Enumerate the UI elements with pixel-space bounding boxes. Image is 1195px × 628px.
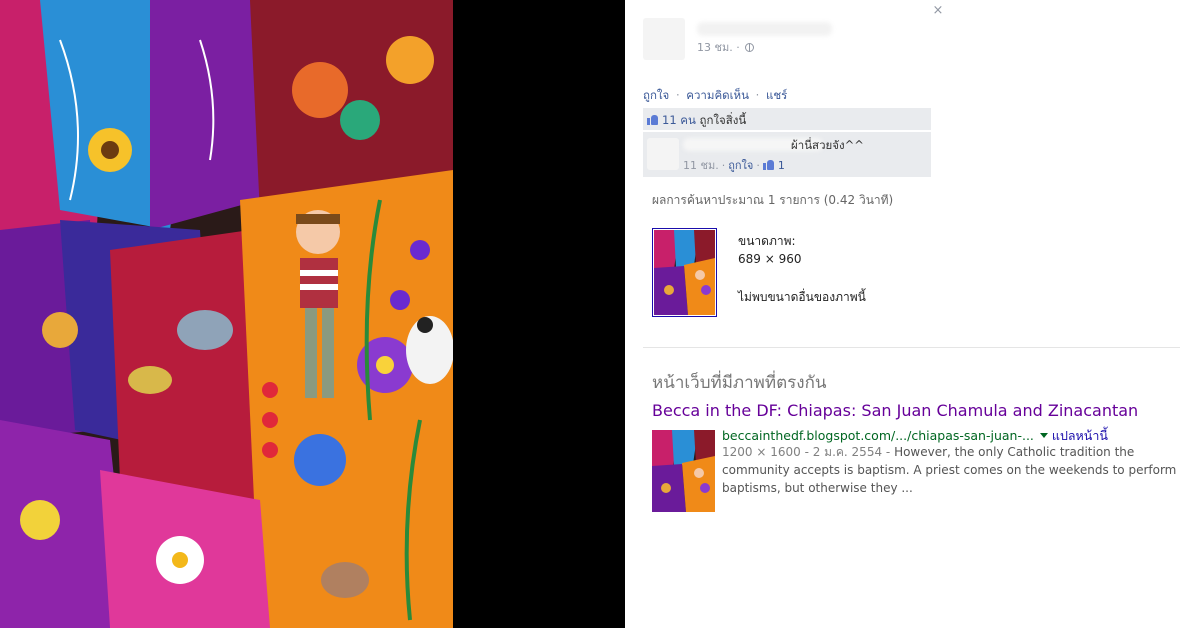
photo-illustration [0, 0, 453, 628]
comment-meta: 11 ชม. · ถูกใจ · 1 [683, 159, 785, 172]
comment-like-count[interactable]: 1 [778, 159, 785, 172]
matching-pages-heading: หน้าเว็บที่มีภาพที่ตรงกัน [652, 373, 827, 393]
image-size-label: ขนาดภาพ: [738, 234, 796, 248]
thumbs-up-icon [762, 159, 774, 170]
separator: · [675, 88, 680, 102]
result-thumbnail-illustration [652, 430, 715, 512]
result-title-link[interactable]: Becca in the DF: Chiapas: San Juan Chamu… [652, 401, 1138, 420]
post-action-bar: ถูกใจ · ความคิดเห็น · แชร์ [643, 87, 787, 105]
poster-name-blurred [697, 22, 832, 36]
comment-like-link[interactable]: ถูกใจ [728, 159, 753, 172]
post-meta: 13 ชม. · [697, 38, 754, 56]
comment-text: ผ้านี่สวยจัง^^ [791, 138, 864, 152]
close-icon[interactable]: × [931, 4, 945, 18]
comment: ผ้านี่สวยจัง^^ 11 ชม. · ถูกใจ · 1 [643, 132, 931, 177]
likes-count[interactable]: 11 คน [662, 113, 696, 127]
dropdown-arrow-icon[interactable] [1039, 433, 1048, 438]
result-snippet: 1200 × 1600 - 2 ม.ค. 2554 - However, the… [722, 443, 1177, 497]
image-size-info: ขนาดภาพ: 689 × 960 ไม่พบขนาดอื่นของภาพนี… [738, 232, 866, 306]
section-divider [643, 347, 1180, 348]
result-thumbnail[interactable] [652, 430, 715, 512]
separator: · [755, 88, 760, 102]
results-stats: ผลการค้นหาประมาณ 1 รายการ (0.42 วินาที) [652, 193, 894, 207]
likes-text: ถูกใจสิ่งนี้ [699, 113, 747, 127]
result-url-text[interactable]: beccainthedf.blogspot.com/.../chiapas-sa… [722, 428, 1034, 443]
comment-link[interactable]: ความคิดเห็น [686, 88, 749, 102]
post-sidebar: × 13 ชม. · ถูกใจ · ความคิดเห็น · แชร์ 11… [625, 0, 945, 628]
globe-icon [744, 43, 754, 52]
image-size-value: 689 × 960 [738, 252, 802, 266]
photo-viewer [0, 0, 625, 628]
post-time[interactable]: 13 ชม. [697, 41, 733, 54]
like-link[interactable]: ถูกใจ [643, 88, 669, 102]
no-other-sizes-text: ไม่พบขนาดอื่นของภาพนี้ [738, 290, 866, 304]
thumbnail-illustration [654, 230, 715, 315]
commenter-avatar[interactable] [647, 138, 679, 170]
comment-time[interactable]: 11 ชม. [683, 159, 719, 172]
translate-page-link[interactable]: แปลหน้านี้ [1052, 428, 1108, 443]
share-link[interactable]: แชร์ [766, 88, 787, 102]
result-date: 1200 × 1600 - 2 ม.ค. 2554 - [722, 445, 891, 459]
embroidered-textile-photo[interactable] [0, 0, 453, 628]
thumbs-up-icon [647, 114, 658, 125]
image-thumbnail[interactable] [652, 228, 717, 317]
poster-avatar[interactable] [643, 18, 685, 60]
likes-summary: 11 คน ถูกใจสิ่งนี้ [643, 108, 931, 130]
